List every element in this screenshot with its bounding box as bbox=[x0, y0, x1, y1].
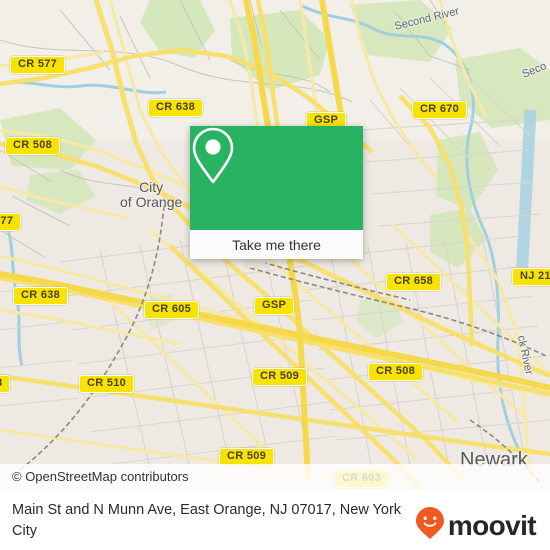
moovit-brand[interactable]: moovit bbox=[415, 506, 537, 545]
shield-577-clip: 577 bbox=[0, 213, 22, 231]
address-text: Main St and N Munn Ave, East Orange, NJ … bbox=[12, 502, 402, 539]
take-me-there-button[interactable]: Take me there bbox=[190, 230, 363, 259]
shield-cr-605: CR 605 bbox=[144, 301, 200, 319]
moovit-wordmark: moovit bbox=[447, 509, 537, 541]
map-pin-icon bbox=[190, 126, 363, 230]
take-me-there-card[interactable]: Take me there bbox=[190, 126, 363, 259]
footer-bar: Main St and N Munn Ave, East Orange, NJ … bbox=[0, 490, 550, 550]
take-me-there-label: Take me there bbox=[232, 236, 321, 253]
shield-cr-508-b: CR 508 bbox=[368, 363, 424, 381]
shield-cr-510: CR 510 bbox=[79, 375, 135, 393]
shield-cr-509-a: CR 509 bbox=[252, 368, 308, 386]
map-canvas[interactable]: .green{fill:#cfe6b4;} .water{fill:#aad3d… bbox=[0, 0, 550, 490]
shield-cr-638-b: CR 638 bbox=[13, 287, 69, 305]
shield-cr-670: CR 670 bbox=[412, 101, 468, 119]
shield-cr-638-a: CR 638 bbox=[148, 99, 204, 117]
shield-nj-21: NJ 21 bbox=[512, 268, 550, 286]
shield-cr-508-a: CR 508 bbox=[5, 137, 61, 155]
card-header-green bbox=[190, 126, 363, 230]
shield-cr-658: CR 658 bbox=[386, 273, 442, 291]
osm-attribution-text[interactable]: © OpenStreetMap contributors bbox=[12, 469, 189, 484]
shield-gsp-b: GSP bbox=[254, 297, 295, 315]
map-attribution-bar: © OpenStreetMap contributors bbox=[0, 464, 550, 490]
shield-cr-577: CR 577 bbox=[10, 56, 66, 74]
moovit-pin-smiley-icon bbox=[415, 506, 445, 545]
shield-8-clip: 8 bbox=[0, 375, 11, 393]
moovit-map-screenshot: .green{fill:#cfe6b4;} .water{fill:#aad3d… bbox=[0, 0, 550, 550]
